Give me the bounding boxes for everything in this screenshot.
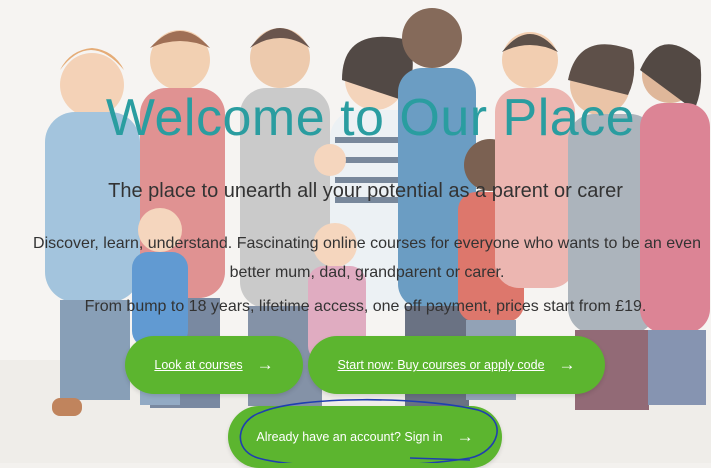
- look-at-courses-button[interactable]: Look at courses →: [125, 336, 303, 394]
- intro-description: Discover, learn, understand. Fascinating…: [33, 235, 701, 281]
- hero-section: Welcome to Our Place The place to uneart…: [0, 0, 711, 468]
- arrow-right-icon: →: [456, 427, 474, 446]
- pricing-text: From bump to 18 years, lifetime access, …: [84, 298, 647, 315]
- sign-in-label: Already have an account? Sign in: [256, 430, 443, 444]
- arrow-right-icon: →: [558, 355, 576, 374]
- sign-in-button[interactable]: Already have an account? Sign in →: [228, 406, 502, 468]
- start-now-label: Start now: Buy courses or apply code: [337, 358, 545, 372]
- start-now-button[interactable]: Start now: Buy courses or apply code →: [308, 336, 605, 394]
- look-at-courses-label: Look at courses: [154, 358, 243, 372]
- arrow-right-icon: →: [256, 355, 274, 374]
- page-title: Welcome to Our Place: [105, 89, 636, 147]
- page-subtitle: The place to unearth all your potential …: [108, 180, 623, 202]
